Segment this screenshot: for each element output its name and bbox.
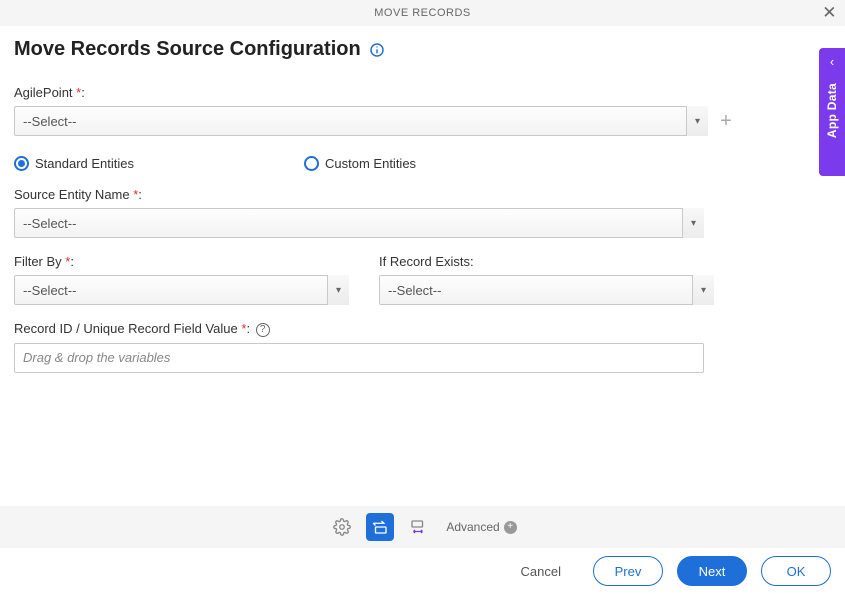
if-record-exists-label: If Record Exists: bbox=[379, 254, 714, 269]
radio-checked-icon bbox=[14, 156, 29, 171]
help-icon[interactable]: ? bbox=[256, 323, 270, 337]
page-title-row: Move Records Source Configuration bbox=[14, 38, 831, 61]
bottom-toolbar: Advanced + bbox=[0, 506, 845, 548]
window-title: MOVE RECORDS bbox=[374, 7, 470, 19]
chevron-down-icon bbox=[686, 106, 708, 136]
source-entity-select[interactable]: --Select-- bbox=[14, 208, 704, 238]
close-icon[interactable]: ✕ bbox=[822, 4, 837, 21]
chevron-down-icon bbox=[682, 208, 704, 238]
agilepoint-label: AgilePoint *: bbox=[14, 85, 831, 100]
radio-unchecked-icon bbox=[304, 156, 319, 171]
settings-button[interactable] bbox=[328, 513, 356, 541]
content-area: Move Records Source Configuration AgileP… bbox=[0, 26, 845, 373]
chevron-left-icon: ‹ bbox=[830, 54, 834, 69]
filter-by-label: Filter By *: bbox=[14, 254, 349, 269]
if-record-exists-select[interactable]: --Select-- bbox=[379, 275, 714, 305]
chevron-down-icon bbox=[327, 275, 349, 305]
advanced-button[interactable]: Advanced + bbox=[446, 520, 516, 534]
next-button[interactable]: Next bbox=[677, 556, 747, 586]
source-entity-field: Source Entity Name *: --Select-- bbox=[14, 187, 831, 238]
footer: Cancel Prev Next OK bbox=[0, 548, 845, 594]
info-icon[interactable] bbox=[369, 42, 385, 58]
record-id-field: Record ID / Unique Record Field Value *:… bbox=[14, 321, 831, 373]
app-data-label: App Data bbox=[825, 83, 839, 138]
page-title: Move Records Source Configuration bbox=[14, 38, 361, 61]
prev-button[interactable]: Prev bbox=[593, 556, 663, 586]
app-data-panel-toggle[interactable]: ‹ App Data bbox=[819, 48, 845, 176]
agilepoint-select[interactable]: --Select-- bbox=[14, 106, 708, 136]
chevron-down-icon bbox=[692, 275, 714, 305]
window-titlebar: MOVE RECORDS ✕ bbox=[0, 0, 845, 26]
radio-custom-entities[interactable]: Custom Entities bbox=[304, 156, 416, 171]
cancel-button[interactable]: Cancel bbox=[503, 556, 579, 586]
ok-button[interactable]: OK bbox=[761, 556, 831, 586]
record-id-label: Record ID / Unique Record Field Value *:… bbox=[14, 321, 831, 337]
source-config-button[interactable] bbox=[366, 513, 394, 541]
plus-icon: + bbox=[504, 521, 517, 534]
entity-type-radios: Standard Entities Custom Entities bbox=[14, 156, 831, 171]
filter-by-select[interactable]: --Select-- bbox=[14, 275, 349, 305]
filter-exists-row: Filter By *: --Select-- If Record Exists… bbox=[14, 254, 831, 305]
add-button[interactable]: + bbox=[718, 113, 734, 129]
source-entity-label: Source Entity Name *: bbox=[14, 187, 831, 202]
radio-standard-entities[interactable]: Standard Entities bbox=[14, 156, 134, 171]
record-id-input[interactable] bbox=[14, 343, 704, 373]
agilepoint-field: AgilePoint *: --Select-- + bbox=[14, 85, 831, 136]
target-config-button[interactable] bbox=[404, 513, 432, 541]
